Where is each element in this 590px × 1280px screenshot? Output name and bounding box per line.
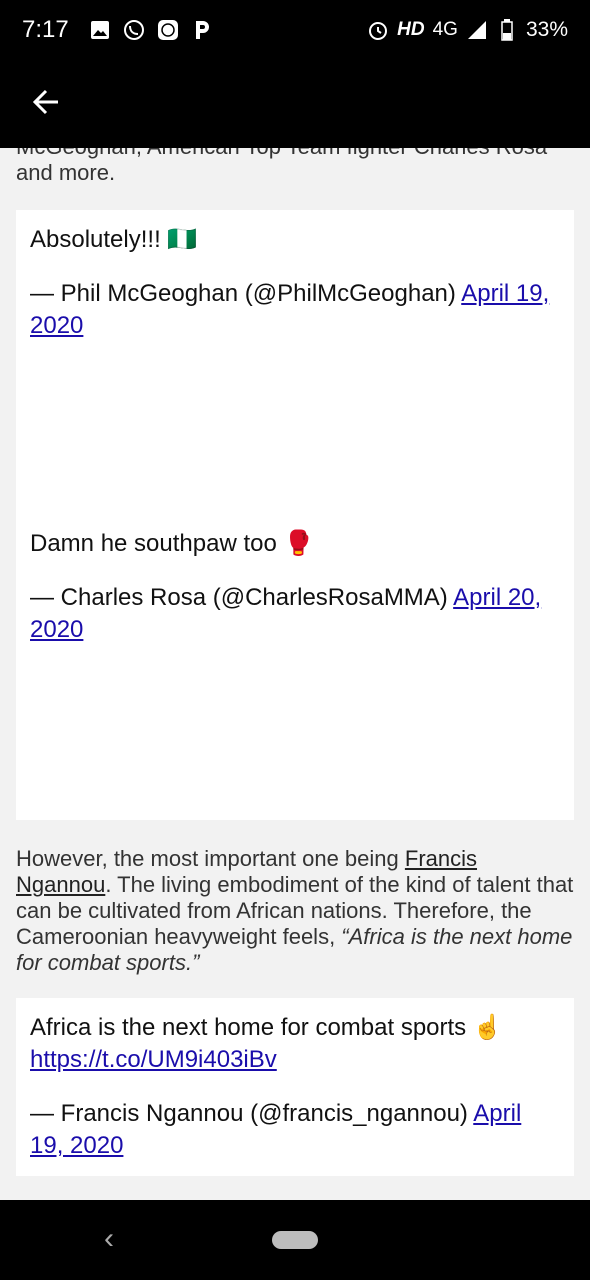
tweet-spacer: [30, 646, 560, 806]
status-bar: 7:17 HD 4G 33%: [0, 0, 590, 60]
tweet-byline: — Phil McGeoghan (@PhilMcGeoghan) April …: [30, 278, 560, 342]
hd-indicator: HD: [397, 19, 425, 40]
tweet-author: — Francis Ngannou (@francis_ngannou): [30, 1100, 468, 1127]
tweet-card: Africa is the next home for combat sport…: [16, 998, 574, 1176]
tweet-text-body: Africa is the next home for combat sport…: [30, 1014, 503, 1041]
tweet-author: — Phil McGeoghan (@PhilMcGeoghan): [30, 280, 456, 307]
gallery-icon: [89, 19, 111, 41]
article-content: McGeoghan, American Top Team fighter Cha…: [0, 134, 590, 1200]
battery-percent: 33%: [525, 18, 568, 41]
back-arrow-icon[interactable]: [28, 84, 64, 125]
tweet-byline: — Francis Ngannou (@francis_ngannou) Apr…: [30, 1098, 560, 1162]
battery-icon: [496, 19, 518, 41]
tweet-text: Damn he southpaw too 🥊: [30, 530, 314, 557]
network-type: 4G: [432, 19, 458, 40]
alarm-icon: [367, 19, 389, 41]
body-paragraph: However, the most important one being Fr…: [0, 846, 590, 976]
tweet-embed-group: Absolutely!!! 🇳🇬 — Phil McGeoghan (@Phil…: [16, 210, 574, 820]
whatsapp-icon: [123, 19, 145, 41]
home-pill-button[interactable]: [272, 1231, 318, 1249]
tweet-text: Absolutely!!! 🇳🇬: [30, 226, 198, 253]
tweet-byline: — Charles Rosa (@CharlesRosaMMA) April 2…: [30, 582, 560, 646]
tweet-card: Absolutely!!! 🇳🇬 — Phil McGeoghan (@Phil…: [30, 224, 560, 342]
nav-back-icon[interactable]: ‹: [104, 1222, 114, 1256]
navigation-bar: ‹: [0, 1200, 590, 1280]
tweet-card: Damn he southpaw too 🥊 — Charles Rosa (@…: [30, 528, 560, 646]
tweet-text: Africa is the next home for combat sport…: [30, 1012, 560, 1076]
signal-icon: [466, 19, 488, 41]
tweet-spacer: [30, 342, 560, 528]
tweet-media-link[interactable]: https://t.co/UM9i403iBv: [30, 1046, 277, 1073]
parking-icon: [191, 19, 213, 41]
para-text: However, the most important one being: [16, 846, 405, 871]
tweet-author: — Charles Rosa (@CharlesRosaMMA): [30, 584, 448, 611]
app-bar: [0, 60, 590, 148]
mi-icon: [157, 19, 179, 41]
status-time: 7:17: [22, 16, 69, 43]
